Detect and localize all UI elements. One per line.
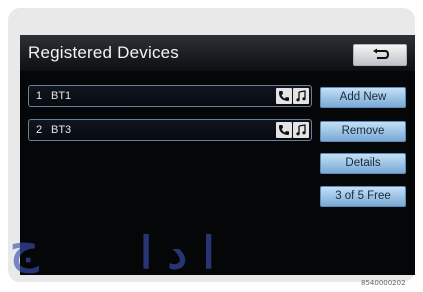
device-name: BT1: [51, 90, 72, 102]
watermark-right: ا د ا: [140, 228, 215, 279]
add-new-button[interactable]: Add New: [320, 87, 406, 108]
device-row-bt3[interactable]: 2 BT3: [28, 119, 312, 141]
remove-button[interactable]: Remove: [320, 121, 406, 142]
free-slots-indicator: 3 of 5 Free: [320, 186, 406, 207]
details-button[interactable]: Details: [320, 153, 406, 174]
page-title: Registered Devices: [28, 43, 179, 62]
phone-icon: [276, 122, 292, 138]
registered-devices-screen: Registered Devices 1 BT1 2 BT3 Add New R…: [20, 35, 415, 275]
screen-header: Registered Devices: [20, 35, 415, 71]
music-note-icon: [293, 122, 309, 138]
device-row-bt1[interactable]: 1 BT1: [28, 85, 312, 107]
device-name: BT3: [51, 124, 72, 136]
image-code: 8540000202: [361, 279, 406, 287]
back-button[interactable]: [353, 44, 407, 66]
music-note-icon: [293, 88, 309, 104]
return-arrow-icon: [373, 48, 390, 59]
phone-icon: [276, 88, 292, 104]
watermark-left: ج: [10, 222, 39, 273]
device-number: 2: [36, 124, 43, 136]
device-number: 1: [36, 90, 43, 102]
